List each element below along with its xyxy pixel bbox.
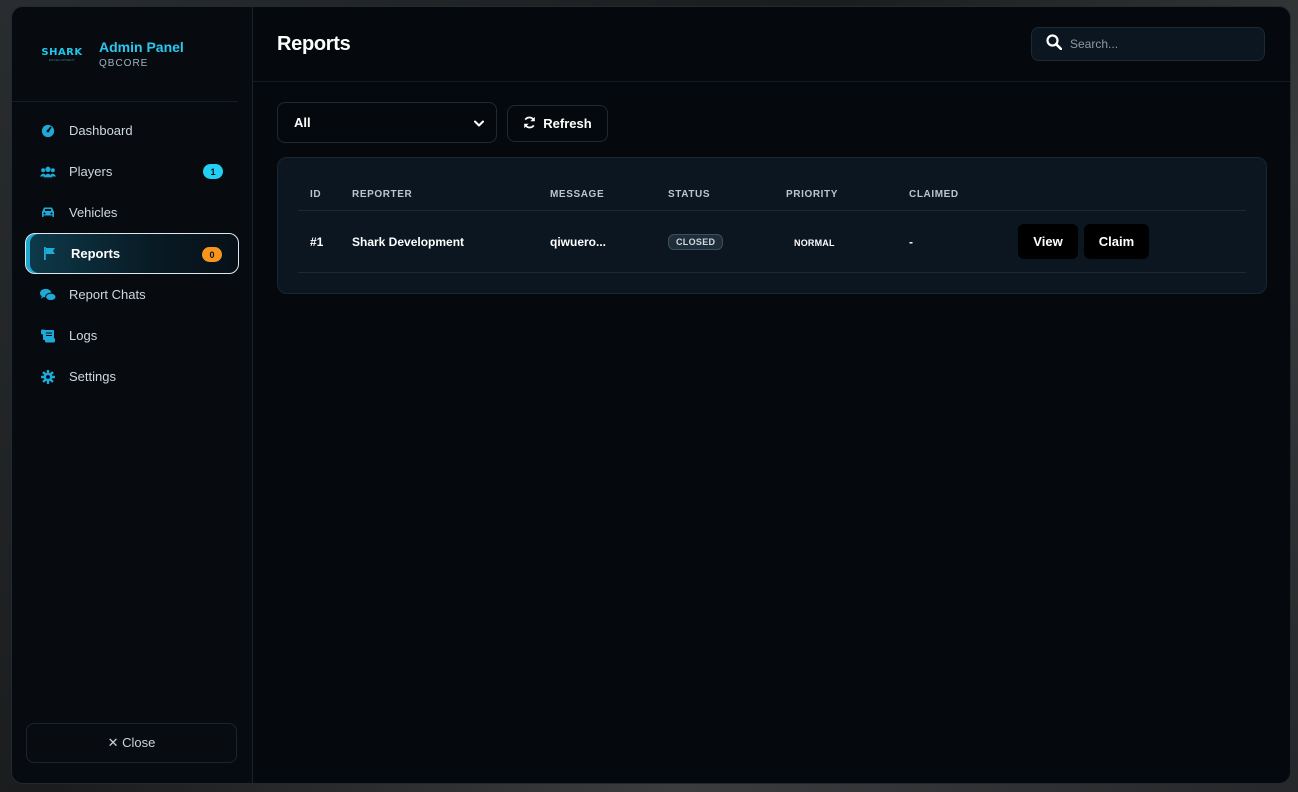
search-box [1031,27,1265,61]
car-icon [40,205,56,221]
priority-label: NORMAL [794,237,835,248]
page-title: Reports [277,32,351,55]
chat-icon [40,287,56,303]
column-header-id: ID [310,189,322,200]
status-badge: CLOSED [668,233,724,250]
logo-text: SHARK [41,46,83,58]
report-reporter: Shark Development [352,234,465,249]
sidebar-item-vehicles[interactable]: Vehicles [25,192,239,233]
brand-subtitle: QBCORE [99,58,149,69]
close-button[interactable]: ✕ Close [26,723,237,763]
report-message: qiwuero... [550,234,607,249]
flag-icon [42,246,58,262]
sidebar-item-reports[interactable]: Reports 0 [25,233,239,274]
sidebar-item-logs[interactable]: Logs [25,315,239,356]
sidebar-item-report-chats[interactable]: Report Chats [25,274,239,315]
filter-value: All [294,115,311,130]
sidebar-item-label: Vehicles [69,205,118,220]
report-claimed: - [909,234,913,249]
players-count-badge: 1 [203,164,223,179]
sidebar-item-label: Reports [71,246,121,261]
status-filter-select[interactable]: All [277,102,497,143]
report-status-cell: CLOSED [668,233,786,250]
report-controls: All Refresh [277,102,608,143]
main-content: Reports All Refresh I [253,7,1290,783]
brand-header: SHARK DEVELOPMENT Admin Panel QBCORE [12,7,238,102]
report-id: #1 [310,234,324,249]
shark-logo: SHARK DEVELOPMENT [41,44,82,64]
chevron-down-icon [474,115,484,130]
sidebar-item-label: Players [69,164,113,179]
sidebar-item-label: Report Chats [69,287,146,302]
sidebar: SHARK DEVELOPMENT Admin Panel QBCORE Das… [12,7,253,783]
sidebar-item-label: Logs [69,328,98,343]
sidebar-item-dashboard[interactable]: Dashboard [25,110,239,151]
sidebar-item-label: Settings [69,369,116,384]
refresh-label: Refresh [543,116,592,131]
gauge-icon [40,123,56,139]
refresh-icon [523,116,536,132]
sidebar-item-label: Dashboard [69,123,133,138]
column-header-message: MESSAGE [550,189,605,200]
refresh-button[interactable]: Refresh [507,105,608,142]
search-input[interactable] [1070,37,1250,51]
reports-count-badge: 0 [202,247,222,262]
claim-report-button[interactable]: Claim [1084,224,1149,259]
search-icon [1046,33,1063,55]
brand-title: Admin Panel [99,39,184,55]
admin-panel-window: SHARK DEVELOPMENT Admin Panel QBCORE Das… [11,6,1291,784]
sidebar-item-players[interactable]: Players 1 [25,151,239,192]
table-row: #1 Shark Development qiwuero... CLOSED N… [298,211,1246,273]
sidebar-item-settings[interactable]: Settings [25,356,239,397]
column-header-priority: PRIORITY [786,189,839,200]
view-report-button[interactable]: View [1018,224,1078,259]
table-header: ID REPORTER MESSAGE STATUS PRIORITY CLAI… [298,158,1246,211]
sidebar-nav: Dashboard Players 1 Vehicles Reports 0 R… [12,110,252,397]
column-header-status: STATUS [668,189,711,200]
report-priority-cell: NORMAL [786,235,909,249]
column-header-claimed: CLAIMED [909,189,959,200]
logo-subtext: DEVELOPMENT [49,57,75,62]
users-icon [40,164,56,180]
gear-icon [40,369,56,385]
column-header-reporter: REPORTER [352,189,413,200]
scroll-icon [40,328,56,344]
reports-table: ID REPORTER MESSAGE STATUS PRIORITY CLAI… [277,157,1267,294]
